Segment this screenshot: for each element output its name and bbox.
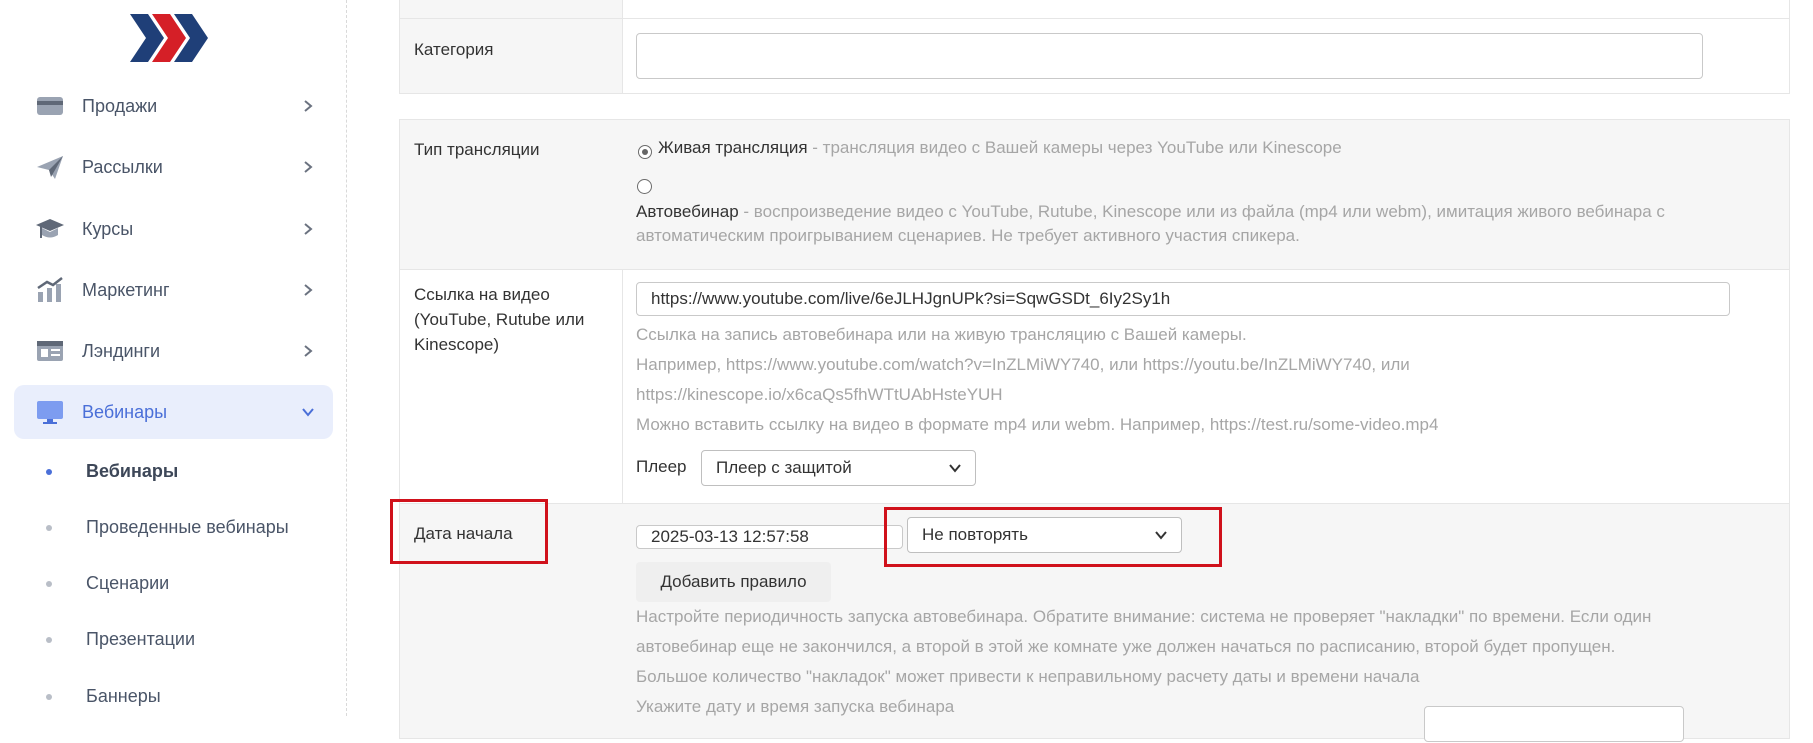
chevron-down-icon	[302, 408, 314, 417]
video-link-row: Ссылка на видео (YouTube, Rutube или Kin…	[400, 269, 1789, 504]
start-date-help: Настройте периодичность запуска автовеби…	[636, 602, 1651, 692]
chevron-right-icon	[304, 100, 313, 112]
sidebar-item-mailings[interactable]: Рассылки	[14, 140, 333, 194]
sidebar-item-label: Маркетинг	[82, 279, 170, 300]
sidebar-subitem-past-webinars[interactable]: Проведенные вебинары	[0, 513, 340, 543]
sidebar-item-courses[interactable]: Курсы	[14, 202, 333, 256]
bullet-icon	[46, 581, 52, 587]
sidebar-item-label: Курсы	[82, 218, 134, 239]
help-line: Можно вставить ссылку на видео в формате…	[636, 415, 1439, 434]
sidebar: Продажи Рассылки Курсы Маркетинг Лэндинг…	[0, 0, 347, 716]
video-link-label-line: (YouTube, Rutube или	[414, 310, 585, 329]
sidebar-subitem-label: Проведенные вебинары	[86, 517, 289, 537]
highlight-box-repeat-select	[884, 507, 1222, 567]
player-select[interactable]: Плеер с защитой	[701, 450, 976, 486]
category-label: Категория	[414, 40, 494, 59]
sidebar-item-sales[interactable]: Продажи	[14, 79, 333, 133]
video-link-label-line: Kinescope)	[414, 335, 500, 354]
autowebinar-desc-continued: автоматическим проигрыванием сценариев. …	[636, 226, 1300, 245]
autowebinar-radio[interactable]	[637, 179, 652, 194]
bullet-icon	[46, 469, 52, 475]
video-link-help: Ссылка на запись автовебинара или на жив…	[636, 320, 1438, 440]
broadcast-type-row: Тип трансляции Живая трансляция - трансл…	[400, 120, 1789, 270]
settings-panel: Тип трансляции Живая трансляция - трансл…	[399, 119, 1790, 742]
sidebar-item-label: Продажи	[82, 95, 158, 116]
sidebar-subitem-label: Баннеры	[86, 686, 161, 706]
autowebinar-desc: - воспроизведение видео с YouTube, Rutub…	[738, 202, 1665, 221]
autowebinar-title: Автовебинар	[636, 202, 739, 221]
sidebar-item-landings[interactable]: Лэндинги	[14, 324, 333, 378]
player-select-value: Плеер с защитой	[716, 458, 852, 477]
sidebar-subitem-label: Презентации	[86, 629, 196, 649]
sidebar-subitem-label: Сценарии	[86, 573, 170, 593]
live-broadcast-radio[interactable]	[638, 145, 652, 159]
live-broadcast-desc: - трансляция видео с Вашей камеры через …	[807, 138, 1342, 157]
help-line: https://kinescope.io/x6caQs5fhWTtUAbHste…	[636, 385, 1003, 404]
paper-plane-icon	[37, 156, 63, 179]
highlight-box-start-date-label	[390, 499, 548, 564]
card-icon	[37, 97, 63, 115]
datetime-input[interactable]	[1424, 706, 1684, 742]
sidebar-item-webinars[interactable]: Вебинары	[14, 385, 333, 439]
help-line: Например, https://www.youtube.com/watch?…	[636, 355, 1410, 374]
broadcast-type-label: Тип трансляции	[414, 140, 540, 159]
add-rule-button[interactable]: Добавить правило	[636, 562, 831, 602]
video-url-input[interactable]: https://www.youtube.com/live/6eJLHJgnUPk…	[636, 282, 1730, 316]
chevron-down-icon	[949, 464, 961, 473]
category-panel: Категория	[399, 0, 1790, 94]
sidebar-item-marketing[interactable]: Маркетинг	[14, 263, 333, 317]
category-row: Категория	[400, 18, 1789, 95]
help-line: автовебинар еще не закончился, а второй …	[636, 637, 1616, 656]
help-line: Настройте периодичность запуска автовеби…	[636, 607, 1652, 626]
chevron-right-icon	[304, 161, 313, 173]
sidebar-subitem-label: Вебинары	[86, 461, 179, 481]
sidebar-item-label: Рассылки	[82, 156, 163, 177]
monitor-icon	[37, 401, 63, 424]
help-line: Большое количество "накладок" может прив…	[636, 667, 1420, 686]
video-link-label-line: Ссылка на видео	[414, 285, 550, 304]
bullet-icon	[46, 694, 52, 700]
sidebar-subitem-presentations[interactable]: Презентации	[0, 625, 340, 655]
player-label: Плеер	[636, 457, 687, 476]
start-date-input[interactable]: 2025-03-13 12:57:58	[636, 525, 903, 549]
graduation-cap-icon	[36, 219, 64, 238]
category-input[interactable]	[636, 33, 1703, 79]
logo-icon[interactable]	[130, 14, 208, 62]
landing-page-icon	[37, 341, 63, 361]
video-link-label: Ссылка на видео (YouTube, Rutube или Kin…	[414, 282, 584, 357]
sidebar-item-label: Лэндинги	[82, 340, 161, 361]
bullet-icon	[46, 637, 52, 643]
chevron-right-icon	[304, 223, 313, 235]
sidebar-subitem-banners[interactable]: Баннеры	[0, 682, 340, 712]
help-line: Ссылка на запись автовебинара или на жив…	[636, 325, 1247, 344]
sidebar-subitem-webinars[interactable]: Вебинары	[0, 457, 340, 487]
chevron-right-icon	[304, 284, 313, 296]
start-date-instruction: Укажите дату и время запуска вебинара	[636, 697, 955, 716]
sidebar-subitem-scenarios[interactable]: Сценарии	[0, 569, 340, 599]
sidebar-item-label: Вебинары	[82, 401, 168, 422]
live-broadcast-title: Живая трансляция	[658, 138, 808, 157]
chart-bars-icon	[37, 277, 63, 302]
chevron-right-icon	[304, 345, 313, 357]
bullet-icon	[46, 525, 52, 531]
